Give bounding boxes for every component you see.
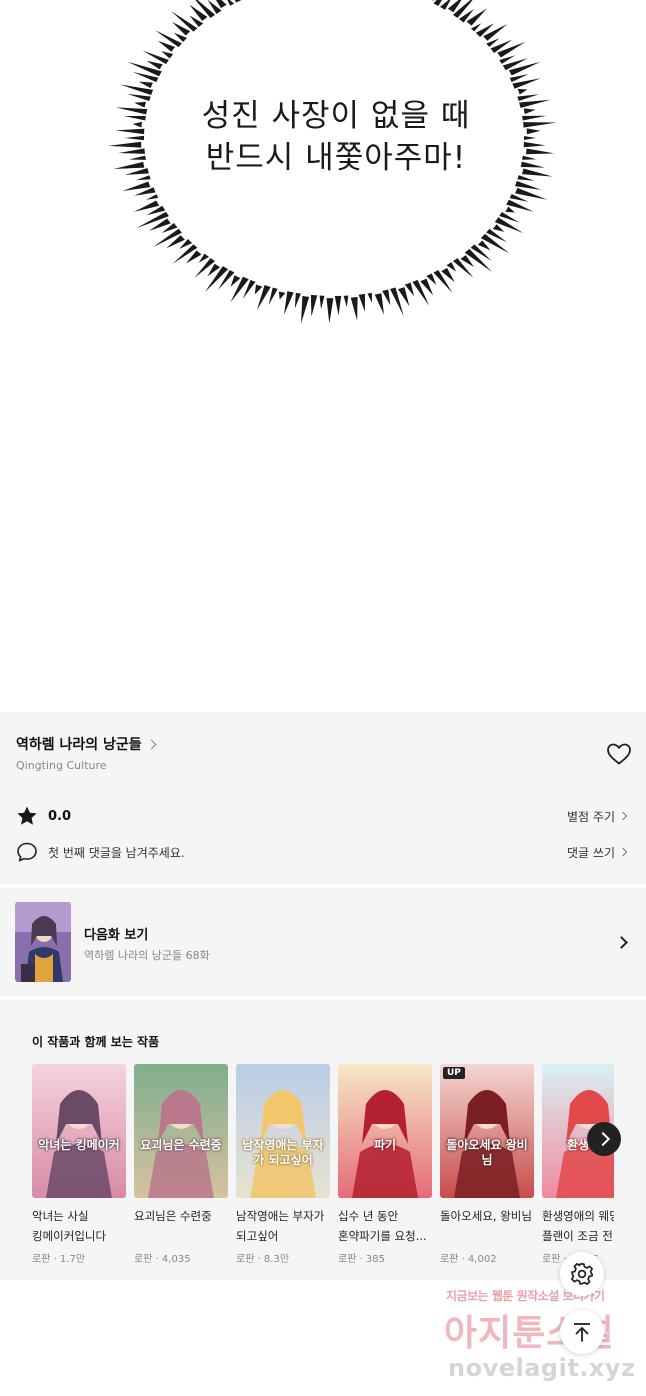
- cover-title-art: 악녀는 킹메이커: [38, 1138, 120, 1152]
- work-info-card: 역하렘 나라의 낭군들 Qingting Culture 0.0 별점 주기 첫…: [0, 712, 646, 884]
- comic-panel: 성진 사장이 없을 때 반드시 내쫓아주마!: [0, 0, 646, 712]
- cover-art: [134, 1064, 228, 1198]
- chevron-right-icon: [615, 936, 628, 949]
- recommendation-meta: 로판 · 4,002: [440, 1254, 497, 1265]
- cover-title-art: 돌아오세요 왕비님: [446, 1138, 528, 1167]
- recommendation-card[interactable]: 돌아오세요 왕비님 UP 돌아오세요, 왕비님로판 · 4,002: [440, 1064, 534, 1265]
- comment-hint: 첫 번째 댓글을 남겨주세요.: [48, 845, 185, 860]
- recommendation-card[interactable]: 환생영애환생영애의 웨딩 플랜이 조금 전로판 · 2,026: [542, 1064, 614, 1265]
- cover-art: [236, 1064, 330, 1198]
- work-title-link[interactable]: 역하렘 나라의 낭군들: [16, 734, 157, 754]
- recommendation-title: 남작영애는 부자가 되고싶어: [236, 1209, 325, 1243]
- write-comment-button[interactable]: 댓글 쓰기: [567, 844, 628, 861]
- recommendation-meta: 로판 · 1.7만: [32, 1254, 86, 1265]
- write-comment-label: 댓글 쓰기: [567, 845, 615, 860]
- next-episode-label: 다음화 보기: [84, 928, 149, 943]
- rating-row: 0.0 별점 주기: [16, 804, 630, 828]
- recommendation-meta: 로판 · 8.3만: [236, 1254, 290, 1265]
- cover-title-art: 남작영애는 부자가 되고싶어: [242, 1138, 324, 1167]
- chevron-right-icon: [146, 739, 157, 749]
- recommendation-title: 요괴님은 수련중: [134, 1209, 212, 1223]
- recommendations-section: 이 작품과 함께 보는 작품 악녀는 킹메이커악녀는 사실 킹메이커입니다로판 …: [0, 1000, 646, 1280]
- update-badge: UP: [443, 1067, 465, 1079]
- cover-title-art: 파기: [373, 1138, 397, 1152]
- recommendation-cover: 악녀는 킹메이커: [32, 1064, 126, 1198]
- recommendation-card[interactable]: 악녀는 킹메이커악녀는 사실 킹메이커입니다로판 · 1.7만: [32, 1064, 126, 1265]
- recommendation-title: 돌아오세요, 왕비님: [440, 1209, 532, 1223]
- comment-row: 첫 번째 댓글을 남겨주세요. 댓글 쓰기: [16, 840, 630, 864]
- speech-text: 성진 사장이 없을 때 반드시 내쫓아주마!: [0, 95, 646, 179]
- next-episode-thumbnail: [15, 902, 71, 982]
- speech-line-1: 성진 사장이 없을 때: [201, 98, 471, 134]
- watermark: 지금보는 웹툰 원작소설 보러가기 아지툰소설 novelagit.xyz: [440, 1284, 640, 1394]
- recommendations-heading: 이 작품과 함께 보는 작품: [32, 1035, 160, 1049]
- gear-icon: [571, 1263, 593, 1285]
- work-author: Qingting Culture: [16, 759, 107, 772]
- cover-art: [338, 1064, 432, 1198]
- recommendations-carousel[interactable]: 악녀는 킹메이커 악녀는 사실 킹메이커입니다 로판 · 1.7만 요괴님은 수련중 요…: [32, 1064, 614, 1274]
- comment-bubble-icon: [17, 842, 37, 862]
- recommendation-meta: 로판 · 4,035: [134, 1254, 191, 1265]
- recommendation-card[interactable]: 요괴님은 수련중 요괴님은 수련중 로판 · 4,035: [134, 1064, 228, 1265]
- work-title: 역하렘 나라의 낭군들: [16, 737, 142, 753]
- next-episode-subtitle: 역하렘 나라의 낭군들 68화: [84, 949, 210, 962]
- recommendation-cover: 남작영애는 부자가 되고싶어: [236, 1064, 330, 1198]
- cover-art: [440, 1064, 534, 1198]
- recommendation-title: 십수 년 동안 혼약파기를 요청...: [338, 1209, 427, 1243]
- cover-title-art: 요괴님은 수련중: [140, 1138, 222, 1152]
- recommendation-card[interactable]: 남작영애는 부자가 되고싶어 남작영애는 부자가 되고싶어 로판 · 8.3만: [236, 1064, 330, 1265]
- recommendation-cover: 파기: [338, 1064, 432, 1198]
- chevron-right-icon: [618, 847, 628, 857]
- recommendation-cover: 요괴님은 수련중: [134, 1064, 228, 1198]
- heart-icon[interactable]: [606, 742, 632, 766]
- scroll-top-button[interactable]: [560, 1310, 604, 1354]
- recommendation-meta: 로판 · 385: [338, 1254, 386, 1265]
- rating-value: 0.0: [48, 808, 72, 824]
- recommendation-title: 환생영애의 웨딩 플랜이 조금 전: [542, 1209, 614, 1243]
- watermark-url: novelagit.xyz: [448, 1354, 636, 1382]
- recommendation-title: 악녀는 사실 킹메이커입니다: [32, 1209, 107, 1243]
- settings-button[interactable]: [560, 1252, 604, 1296]
- recommendation-card[interactable]: 파기십수 년 동안 혼약파기를 요청... 로판 · 385: [338, 1064, 432, 1265]
- star-icon: [17, 806, 37, 825]
- carousel-next-button[interactable]: [587, 1122, 621, 1156]
- chevron-right-icon: [618, 811, 628, 821]
- rate-button[interactable]: 별점 주기: [567, 808, 628, 825]
- speech-line-2: 반드시 내쫓아주마!: [205, 140, 467, 176]
- cover-art: [32, 1064, 126, 1198]
- next-episode-card[interactable]: 다음화 보기 역하렘 나라의 낭군들 68화: [0, 888, 646, 996]
- rate-button-label: 별점 주기: [567, 809, 615, 824]
- arrow-up-icon: [574, 1323, 590, 1342]
- recommendation-cover: 돌아오세요 왕비님 UP: [440, 1064, 534, 1198]
